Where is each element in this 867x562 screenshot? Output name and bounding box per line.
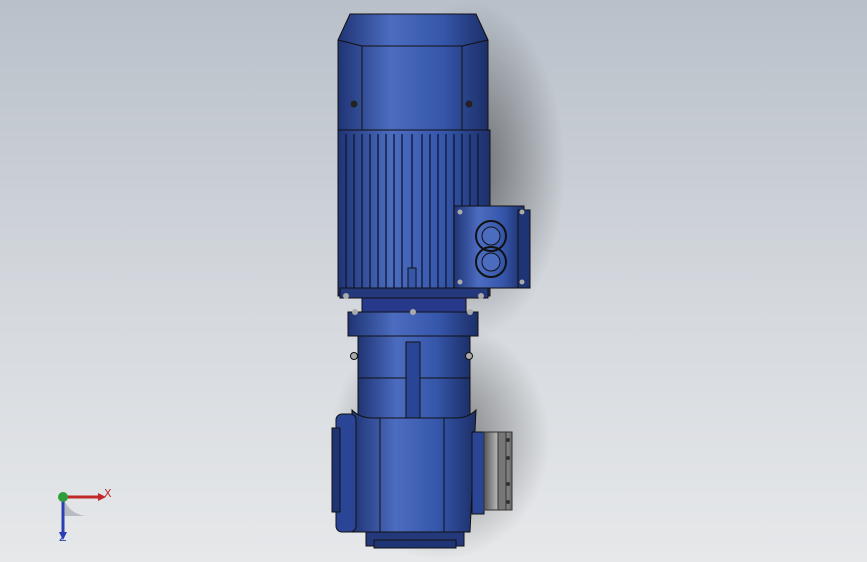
screw bbox=[465, 100, 473, 108]
z-axis-label: Z bbox=[59, 531, 67, 544]
terminal-box bbox=[453, 205, 531, 289]
screw bbox=[410, 309, 416, 315]
screw bbox=[506, 482, 510, 486]
gear-motor-model[interactable] bbox=[0, 0, 867, 562]
screw bbox=[457, 279, 463, 285]
output-flange bbox=[471, 431, 513, 515]
axis-triad: X Z bbox=[50, 482, 120, 552]
screw bbox=[519, 279, 525, 285]
screw bbox=[457, 209, 463, 215]
fan-cover bbox=[337, 13, 489, 131]
screw bbox=[478, 293, 484, 299]
screw bbox=[467, 309, 473, 315]
screw bbox=[506, 500, 510, 504]
graphics-viewport[interactable]: X Z bbox=[0, 0, 867, 562]
x-axis-label: X bbox=[104, 487, 112, 500]
screw bbox=[350, 100, 358, 108]
screw bbox=[350, 352, 358, 360]
adapter-flange bbox=[347, 297, 479, 337]
screw bbox=[506, 456, 510, 460]
screw bbox=[352, 309, 358, 315]
gearbox-lower bbox=[331, 408, 477, 549]
y-axis-marker bbox=[58, 492, 68, 502]
screw bbox=[465, 352, 473, 360]
screw bbox=[519, 209, 525, 215]
screw bbox=[506, 438, 510, 442]
screw bbox=[343, 293, 349, 299]
